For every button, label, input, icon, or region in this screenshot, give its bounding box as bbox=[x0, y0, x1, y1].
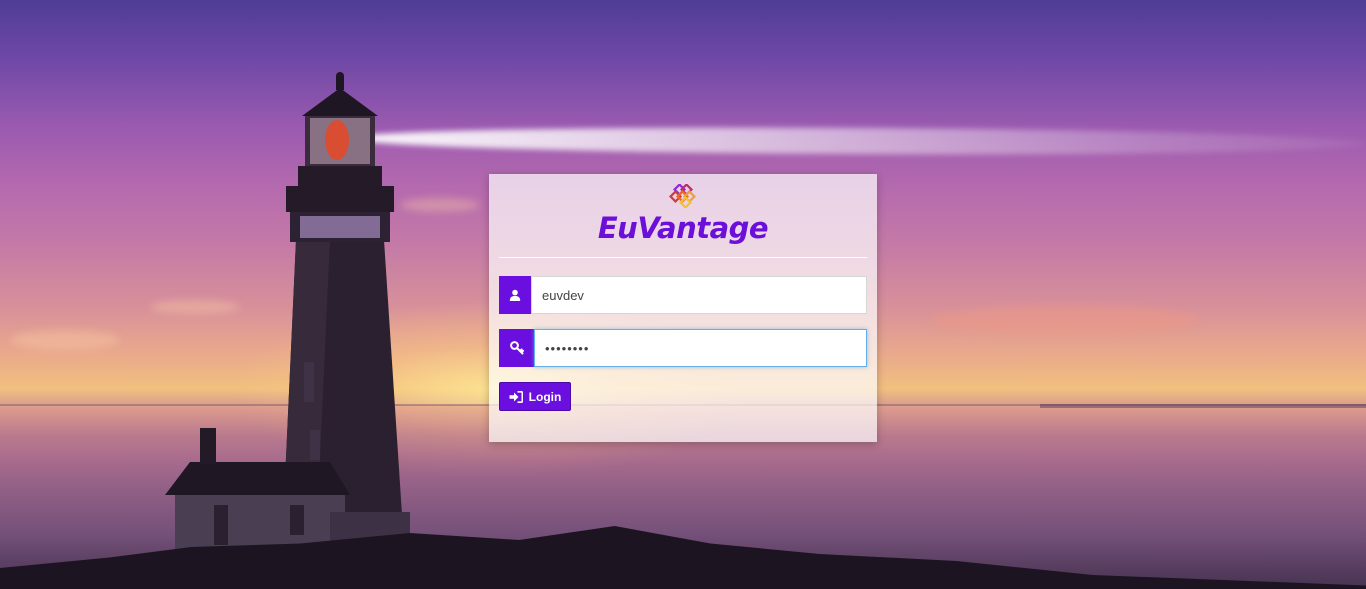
user-icon bbox=[499, 276, 531, 314]
username-field bbox=[499, 276, 867, 314]
login-page: EuVantage euvdev •••••••• Login bbox=[0, 0, 1366, 589]
sign-in-icon bbox=[509, 390, 523, 403]
login-button-label: Login bbox=[528, 389, 562, 404]
username-input[interactable] bbox=[531, 276, 867, 314]
login-panel: EuVantage euvdev •••••••• Login bbox=[489, 174, 877, 442]
interlocking-knot-icon bbox=[668, 184, 697, 208]
keepers-house-roof bbox=[165, 462, 350, 495]
password-input[interactable] bbox=[534, 329, 867, 367]
brand-name: EuVantage bbox=[597, 211, 769, 245]
password-field bbox=[499, 329, 867, 367]
lamp bbox=[325, 120, 349, 160]
login-button[interactable]: Login bbox=[499, 382, 571, 411]
key-icon bbox=[499, 329, 534, 367]
brand-logo: EuVantage bbox=[489, 184, 877, 246]
divider bbox=[499, 257, 867, 258]
